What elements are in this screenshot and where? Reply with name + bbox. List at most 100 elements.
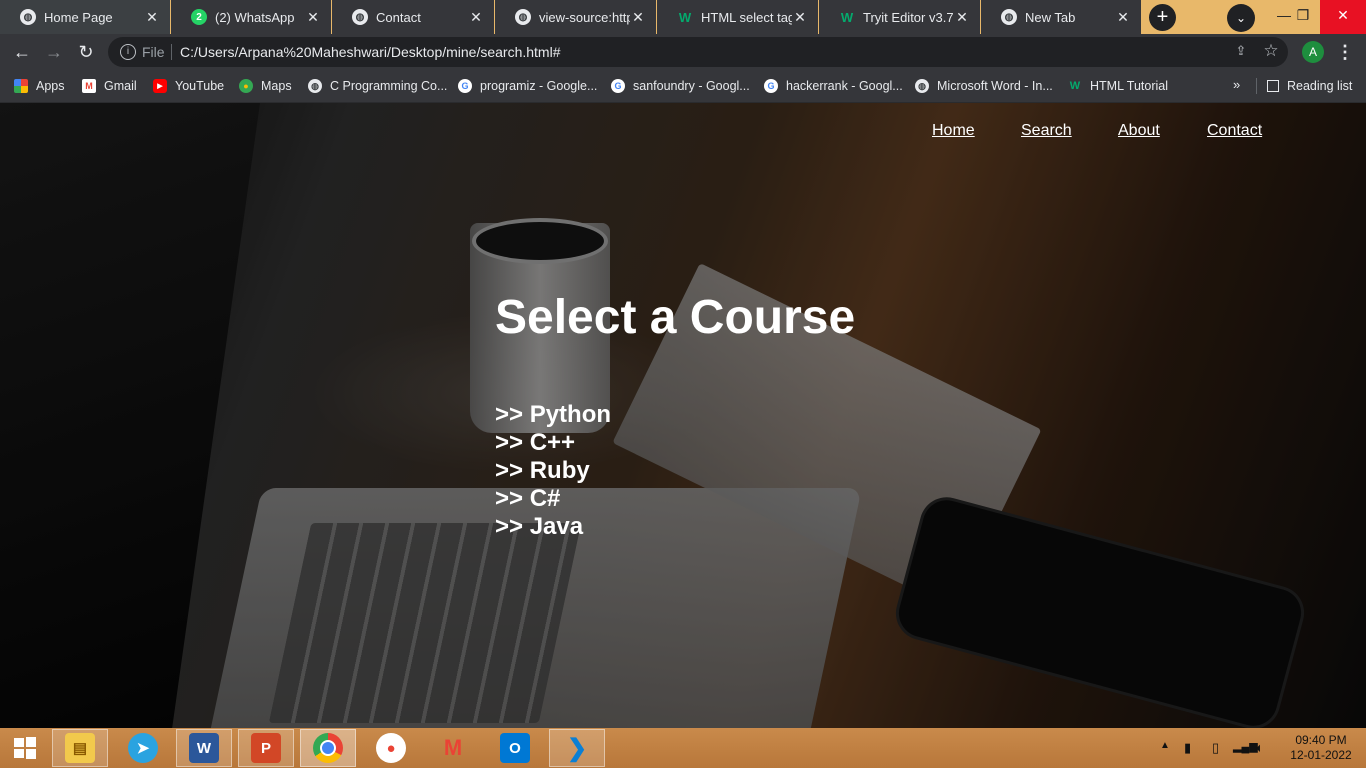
bookmark-label: programiz - Google... <box>480 79 598 93</box>
tab-title: Tryit Editor v3.7 <box>863 9 954 25</box>
bookmark-sanfoundry[interactable]: G sanfoundry - Googl... <box>611 70 750 102</box>
tab-title: view-source:https:/ <box>539 9 630 25</box>
taskbar-gmail[interactable]: M <box>425 729 481 767</box>
reload-button[interactable]: ↻ <box>74 40 98 64</box>
tray-expand-icon[interactable]: ▲ <box>1160 740 1170 751</box>
reading-list-button[interactable]: Reading list <box>1267 70 1352 102</box>
divider <box>1256 78 1257 94</box>
bookmark-label: HTML Tutorial <box>1090 79 1169 93</box>
close-tab-icon[interactable]: ✕ <box>144 9 160 26</box>
reading-list-icon <box>1267 80 1279 92</box>
gmail-icon: M <box>443 735 463 760</box>
bookmark-label: sanfoundry - Googl... <box>633 79 750 93</box>
taskbar-outlook[interactable]: O <box>487 729 543 767</box>
info-icon[interactable]: i <box>120 44 136 60</box>
tab-contact[interactable]: ◍ Contact ✕ <box>332 0 494 34</box>
close-tab-icon[interactable]: ✕ <box>468 9 484 26</box>
tab-html-select-tag[interactable]: W HTML select tag ✕ <box>657 0 818 34</box>
nav-link-contact[interactable]: Contact <box>1207 122 1262 140</box>
bookmark-apps[interactable]: Apps <box>14 70 65 102</box>
google-icon: G <box>458 79 472 93</box>
bookmark-label: YouTube <box>175 79 225 93</box>
close-tab-icon[interactable]: ✕ <box>305 9 321 26</box>
nav-link-search[interactable]: Search <box>1021 122 1072 140</box>
back-button[interactable]: ← <box>10 40 34 64</box>
taskbar-powerpoint[interactable]: P <box>238 729 294 767</box>
bookmark-label: Apps <box>36 79 65 93</box>
course-item-python[interactable]: >> Python <box>495 401 611 429</box>
bookmark-html-tutorial[interactable]: W HTML Tutorial <box>1068 70 1168 102</box>
bookmark-c-programming[interactable]: ◍ C Programming Co... <box>308 70 447 102</box>
battery-icon[interactable]: ▯ <box>1212 740 1219 756</box>
maps-icon: ● <box>376 733 406 763</box>
file-explorer-icon: ▤ <box>65 733 95 763</box>
close-tab-icon[interactable]: ✕ <box>954 9 970 26</box>
signal-icon[interactable]: ▂▄▆ <box>1233 740 1258 753</box>
close-tab-icon[interactable]: ✕ <box>792 9 808 26</box>
globe-icon: ◍ <box>515 9 531 25</box>
google-icon: G <box>611 79 625 93</box>
taskbar-chrome[interactable] <box>300 729 356 767</box>
tab-strip: ◍ Home Page ✕ 2 (2) WhatsApp ✕ ◍ Contact… <box>0 0 1366 34</box>
profile-avatar[interactable]: A <box>1302 41 1324 63</box>
bookmark-microsoft-word[interactable]: ◍ Microsoft Word - In... <box>915 70 1053 102</box>
youtube-icon: ▶ <box>153 79 167 93</box>
tab-title: New Tab <box>1025 9 1076 25</box>
w3schools-icon: W <box>1069 80 1081 92</box>
bookmark-label: C Programming Co... <box>330 79 448 93</box>
browser-menu-icon[interactable]: ⋮ <box>1336 41 1354 63</box>
clock-date: 12-01-2022 <box>1290 748 1352 762</box>
bookmark-label: hackerrank - Googl... <box>786 79 903 93</box>
tab-home-page[interactable]: ◍ Home Page ✕ <box>0 0 170 34</box>
bookmark-label: Gmail <box>104 79 137 93</box>
taskbar-maps[interactable]: ● <box>363 729 419 767</box>
more-bookmarks-icon[interactable]: » <box>1233 77 1240 92</box>
bookmark-youtube[interactable]: ▶ YouTube <box>153 70 224 102</box>
page-viewport: Home Search About Contact Select a Cours… <box>0 103 1366 728</box>
share-icon[interactable]: ⇪ <box>1232 43 1250 61</box>
tab-whatsapp[interactable]: 2 (2) WhatsApp ✕ <box>171 0 331 34</box>
bookmarks-bar: Apps M Gmail ▶ YouTube ● Maps ◍ C Progra… <box>0 70 1366 103</box>
nav-link-about[interactable]: About <box>1118 122 1160 140</box>
course-item-java[interactable]: >> Java <box>495 513 611 541</box>
google-icon: G <box>764 79 778 93</box>
start-button[interactable] <box>0 729 50 767</box>
globe-icon: ◍ <box>20 9 36 25</box>
url-text[interactable]: C:/Users/Arpana%20Maheshwari/Desktop/min… <box>180 44 561 60</box>
close-window-button[interactable]: ✕ <box>1320 0 1366 34</box>
gmail-icon: M <box>82 79 96 93</box>
chrome-icon: ◍ <box>1001 9 1017 25</box>
course-item-ruby[interactable]: >> Ruby <box>495 457 611 485</box>
taskbar-file-explorer[interactable]: ▤ <box>52 729 108 767</box>
close-tab-icon[interactable]: ✕ <box>1115 9 1131 26</box>
maximize-button[interactable]: ❐ <box>1281 0 1325 34</box>
tab-tryit-editor[interactable]: W Tryit Editor v3.7 ✕ <box>819 0 980 34</box>
bookmark-programiz[interactable]: G programiz - Google... <box>458 70 597 102</box>
tab-search-button[interactable]: ⌄ <box>1227 4 1255 32</box>
taskbar-vscode[interactable]: ❯ <box>549 729 605 767</box>
forward-button[interactable]: → <box>42 40 66 64</box>
course-item-cpp[interactable]: >> C++ <box>495 429 611 457</box>
bookmark-gmail[interactable]: M Gmail <box>82 70 137 102</box>
battery-alert-icon[interactable]: ▮ <box>1184 740 1191 756</box>
nav-link-home[interactable]: Home <box>932 122 975 140</box>
new-tab-button[interactable]: + <box>1149 4 1176 31</box>
volume-icon[interactable]: 🔈︎ <box>1256 740 1264 756</box>
tab-view-source[interactable]: ◍ view-source:https:/ ✕ <box>495 0 656 34</box>
taskbar-telegram[interactable]: ➤ <box>115 729 171 767</box>
system-clock[interactable]: 09:40 PM 12-01-2022 <box>1290 733 1352 763</box>
address-bar[interactable]: i File C:/Users/Arpana%20Maheshwari/Desk… <box>108 37 1288 67</box>
close-tab-icon[interactable]: ✕ <box>630 9 646 26</box>
bookmark-label: Maps <box>261 79 292 93</box>
course-item-csharp[interactable]: >> C# <box>495 485 611 513</box>
tab-new-tab[interactable]: ◍ New Tab ✕ <box>981 0 1141 34</box>
maps-icon: ● <box>239 79 253 93</box>
reading-list-label: Reading list <box>1287 79 1353 93</box>
bookmark-star-icon[interactable]: ☆ <box>1262 41 1280 60</box>
bookmark-hackerrank[interactable]: G hackerrank - Googl... <box>764 70 903 102</box>
bookmark-maps[interactable]: ● Maps <box>239 70 292 102</box>
taskbar-word[interactable]: W <box>176 729 232 767</box>
scheme-label: File <box>142 44 165 60</box>
tab-title: HTML select tag <box>701 9 792 25</box>
outlook-icon: O <box>500 733 530 763</box>
